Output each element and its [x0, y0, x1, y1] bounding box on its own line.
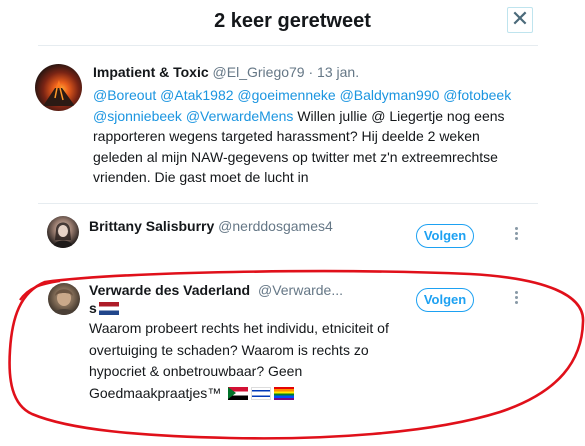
mention-link[interactable]: @goeimenneke	[237, 87, 335, 103]
tweet-author-name[interactable]: Impatient & Toxic	[93, 64, 209, 80]
close-button[interactable]: ✕	[507, 7, 533, 33]
tweet-divider	[38, 203, 538, 204]
follow-button[interactable]: Volgen	[416, 288, 474, 312]
modal-title: 2 keer geretweet	[214, 10, 371, 32]
retweeter-name[interactable]: Verwarde des Vaderland	[89, 282, 250, 298]
tweet-author-handle[interactable]: @El_Griego79	[213, 64, 305, 80]
retweeter-name[interactable]: Brittany Salisburry	[89, 218, 214, 234]
retweeter-handle[interactable]: @nerddosgames4	[218, 218, 333, 234]
rainbow-flag-icon	[274, 386, 295, 400]
israel-flag-icon	[251, 386, 272, 400]
retweeter-name-line: Verwarde des Vaderland @Verwarde...	[89, 282, 343, 298]
more-options-icon[interactable]	[512, 227, 520, 243]
sudan-flag-icon	[228, 386, 249, 400]
volcano-avatar-icon[interactable]	[35, 64, 82, 111]
more-options-icon[interactable]	[512, 291, 520, 307]
retweeter-bio: Waarom probeert rechts het individu, etn…	[89, 318, 389, 404]
header-divider	[38, 45, 538, 46]
user-avatar-icon[interactable]	[48, 283, 80, 315]
retweeter-handle[interactable]: @Verwarde...	[258, 282, 343, 298]
tweet-separator: ·	[308, 64, 314, 80]
modal-header: 2 keer geretweet ✕	[0, 0, 585, 46]
mention-link[interactable]: @sjonniebeek	[93, 108, 182, 124]
mention-link[interactable]: @Baldyman990	[340, 87, 440, 103]
tweet-text: @Boreout @Atak1982 @goeimenneke @Baldyma…	[93, 85, 533, 188]
retweeter-name-suffix-line: s	[89, 300, 122, 316]
netherlands-flag-icon	[98, 302, 119, 315]
mention-link[interactable]: @Atak1982	[160, 87, 233, 103]
follow-button[interactable]: Volgen	[416, 224, 474, 248]
mention-link[interactable]: @fotobeek	[443, 87, 511, 103]
tweet-meta: Impatient & Toxic @El_Griego79 · 13 jan.	[93, 64, 359, 80]
mention-link[interactable]: @VerwardeMens	[186, 108, 294, 124]
close-icon: ✕	[510, 6, 530, 31]
retweeter-name-line: Brittany Salisburry @nerddosgames4	[89, 218, 333, 234]
tweet-date[interactable]: 13 jan.	[317, 64, 359, 80]
retweeter-name-suffix[interactable]: s	[89, 300, 97, 316]
user-avatar-icon[interactable]	[47, 216, 79, 248]
mention-link[interactable]: @Boreout	[93, 87, 156, 103]
